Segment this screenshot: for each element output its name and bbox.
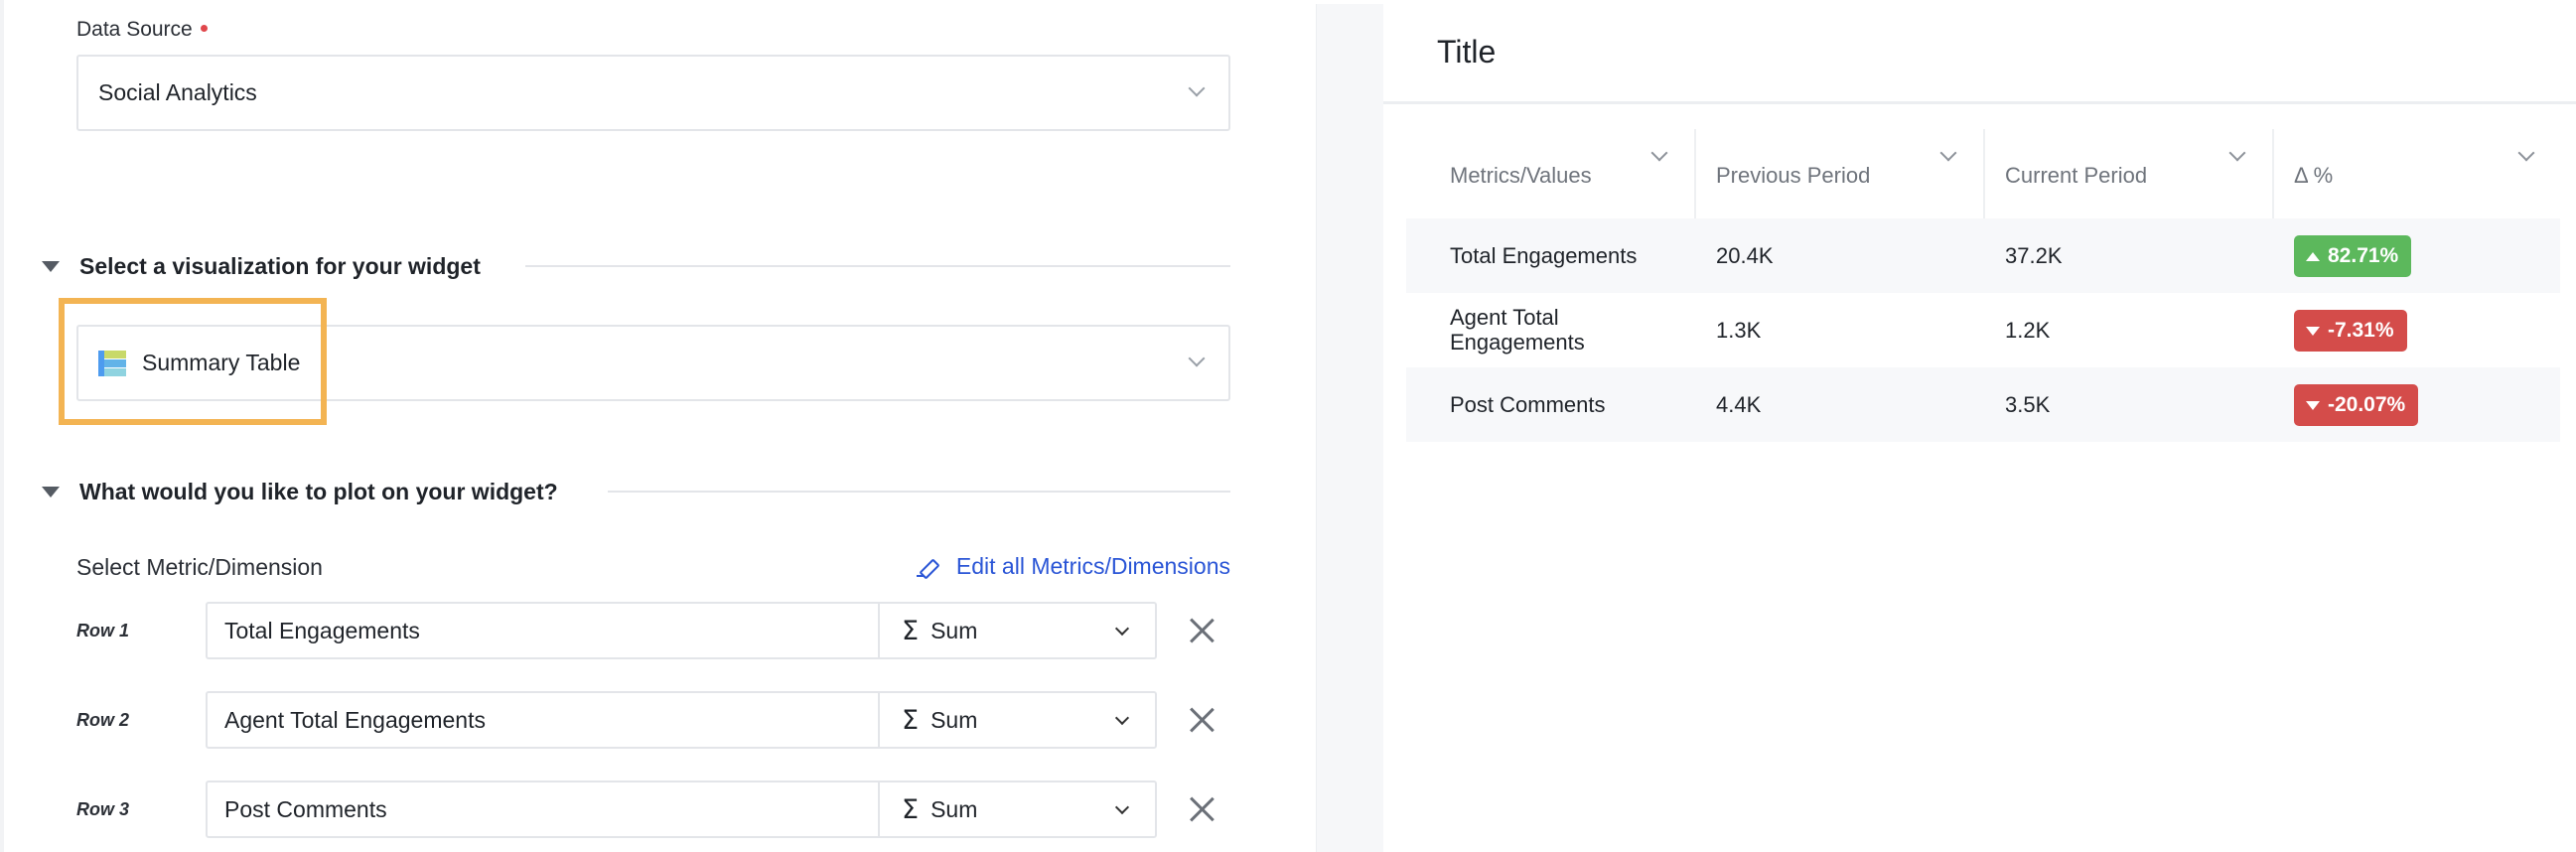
previous-cell: 20.4K: [1716, 243, 1774, 268]
metric-value: Agent Total Engagements: [224, 706, 486, 733]
metric-input[interactable]: Total Engagements: [206, 602, 879, 659]
data-source-select[interactable]: Social Analytics: [76, 55, 1230, 131]
metric-input[interactable]: Agent Total Engagements: [206, 691, 879, 749]
aggregation-value: Sum: [930, 795, 978, 822]
widget-config-panel: Data Source Social Analytics Select a vi…: [0, 0, 1316, 852]
table-row: Total Engagements 20.4K 37.2K 82.71%: [1406, 218, 2560, 293]
widget-title: Title: [1437, 34, 1497, 70]
table-row: Agent Total Engagements 1.3K 1.2K -7.31%: [1406, 293, 2560, 367]
previous-cell: 1.3K: [1716, 318, 1762, 343]
chevron-down-icon: [1188, 79, 1206, 97]
sigma-icon: Σ: [902, 704, 920, 736]
data-source-label: Data Source: [76, 18, 208, 42]
arrow-up-icon: [2306, 251, 2320, 261]
aggregation-select[interactable]: Σ Sum: [878, 602, 1157, 659]
section-divider: [608, 491, 1230, 493]
row-label: Row 1: [76, 621, 130, 640]
metric-cell: Total Engagements: [1450, 243, 1638, 268]
summary-table-icon: [98, 350, 126, 376]
chevron-down-icon: [1114, 621, 1130, 637]
visualization-section-toggle[interactable]: Select a visualization for your widget: [42, 251, 481, 281]
metric-value: Post Comments: [224, 795, 387, 822]
metric-input[interactable]: Post Comments: [206, 781, 879, 838]
visualization-section-title: Select a visualization for your widget: [79, 252, 481, 279]
row-label: Row 2: [76, 710, 130, 730]
sigma-icon: Σ: [902, 793, 920, 825]
column-header-previous[interactable]: Previous Period: [1716, 129, 1870, 222]
widget-preview-card: Title Metrics/Values Previous Period Cur…: [1383, 4, 2576, 852]
current-cell: 1.2K: [2005, 318, 2051, 343]
remove-row-button[interactable]: [1188, 795, 1216, 823]
title-divider: [1383, 101, 2576, 104]
data-source-value: Social Analytics: [98, 79, 257, 105]
aggregation-select[interactable]: Σ Sum: [878, 691, 1157, 749]
panel-gutter: [1316, 4, 1383, 852]
column-header-metrics[interactable]: Metrics/Values: [1450, 129, 1592, 222]
delta-value: 82.71%: [2328, 244, 2399, 267]
current-cell: 3.5K: [2005, 392, 2051, 417]
delta-value: -7.31%: [2328, 319, 2394, 342]
metric-cell: Agent Total Engagements: [1450, 305, 1585, 355]
aggregation-select[interactable]: Σ Sum: [878, 781, 1157, 838]
chevron-down-icon: [1114, 710, 1130, 726]
delta-badge-negative: -20.07%: [2294, 384, 2419, 426]
plot-section-toggle[interactable]: What would you like to plot on your widg…: [42, 477, 558, 506]
plot-section-title: What would you like to plot on your widg…: [79, 478, 558, 504]
select-metric-label: Select Metric/Dimension: [76, 554, 323, 580]
table-row: Post Comments 4.4K 3.5K -20.07%: [1406, 367, 2560, 442]
column-header-text: Δ %: [2294, 163, 2334, 188]
required-indicator: [200, 24, 208, 32]
edit-all-metrics-link[interactable]: Edit all Metrics/Dimensions: [895, 553, 1230, 580]
chevron-down-icon[interactable]: [1650, 144, 1668, 162]
column-divider: [1983, 129, 1985, 222]
aggregation-value: Sum: [930, 617, 978, 643]
visualization-value: Summary Table: [142, 350, 301, 375]
column-header-text: Metrics/Values: [1450, 163, 1592, 188]
remove-row-button[interactable]: [1188, 617, 1216, 644]
column-header-text: Current Period: [2005, 163, 2148, 188]
edit-all-metrics-text: Edit all Metrics/Dimensions: [955, 553, 1230, 579]
previous-cell: 4.4K: [1716, 392, 1762, 417]
column-header-current[interactable]: Current Period: [2005, 129, 2147, 222]
column-divider: [2272, 129, 2274, 222]
arrow-down-icon: [2306, 400, 2320, 410]
current-cell: 37.2K: [2005, 243, 2063, 268]
column-header-delta[interactable]: Δ %: [2294, 129, 2333, 222]
arrow-down-icon: [2306, 326, 2320, 336]
chevron-down-icon[interactable]: [2517, 144, 2535, 162]
column-header-text: Previous Period: [1716, 163, 1871, 188]
delta-badge-positive: 82.71%: [2294, 235, 2412, 277]
chevron-down-icon[interactable]: [1939, 144, 1957, 162]
sigma-icon: Σ: [902, 615, 920, 646]
chevron-down-icon[interactable]: [2228, 144, 2246, 162]
pencil-icon: [916, 557, 942, 577]
chevron-down-icon: [1114, 799, 1130, 815]
column-divider: [1694, 129, 1696, 222]
delta-badge-negative: -7.31%: [2294, 310, 2407, 352]
row-label: Row 3: [76, 799, 130, 819]
section-divider: [525, 265, 1230, 267]
visualization-select[interactable]: Summary Table: [76, 325, 1230, 401]
delta-value: -20.07%: [2328, 393, 2406, 416]
chevron-down-icon: [1188, 350, 1206, 367]
metric-cell: Post Comments: [1450, 392, 1606, 417]
collapse-triangle-icon: [42, 486, 60, 497]
data-source-label-text: Data Source: [76, 18, 193, 41]
metric-value: Total Engagements: [224, 617, 420, 643]
collapse-triangle-icon: [42, 260, 60, 272]
aggregation-value: Sum: [930, 706, 978, 733]
remove-row-button[interactable]: [1188, 706, 1216, 734]
